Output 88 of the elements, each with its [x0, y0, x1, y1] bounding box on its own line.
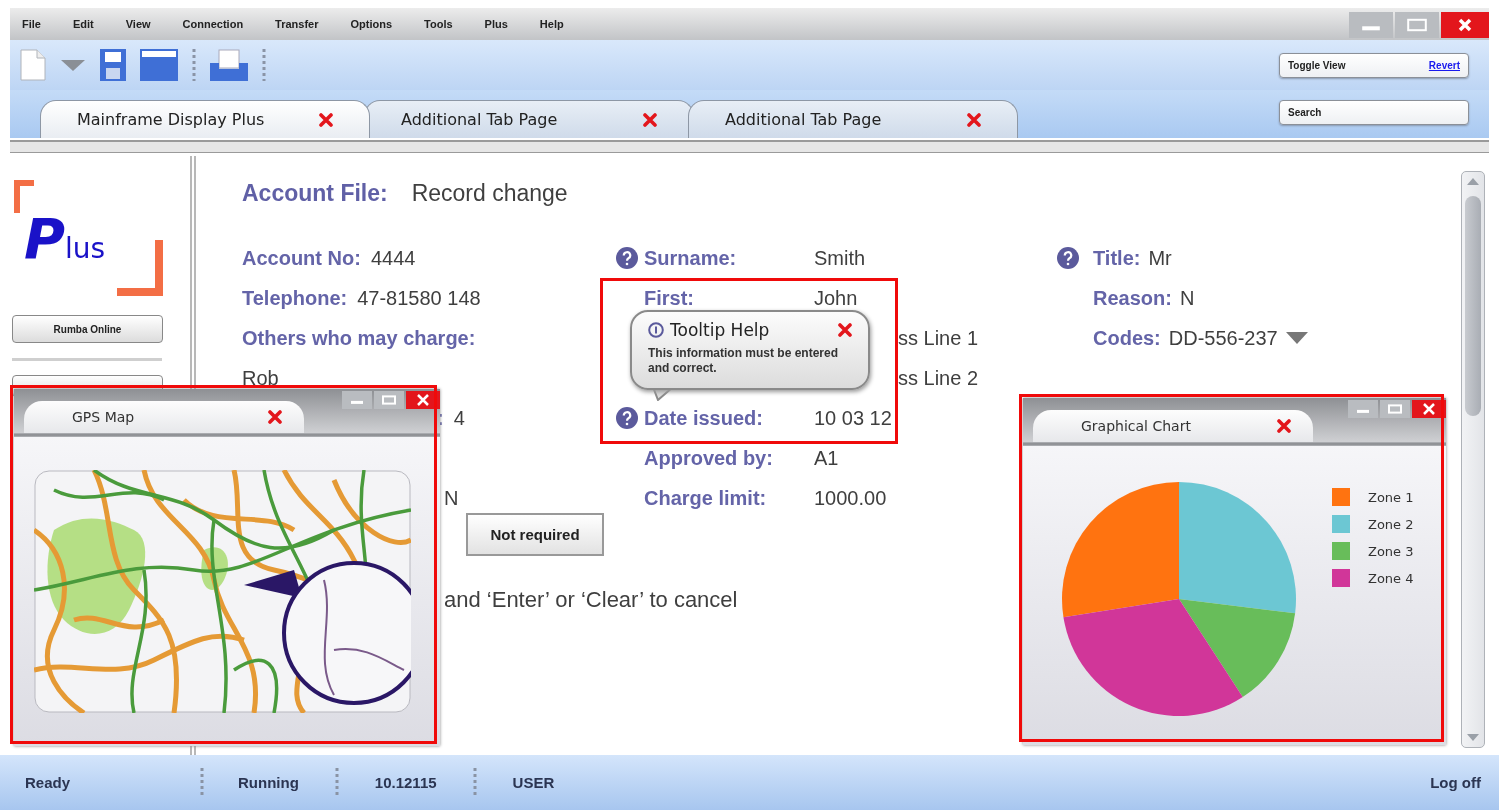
field-value: Mr	[1148, 246, 1172, 270]
window-tab[interactable]: Graphical Chart	[1033, 410, 1313, 442]
tooltip-title: Tooltip Help	[670, 320, 771, 340]
dropdown-caret-icon[interactable]	[1285, 332, 1308, 344]
field-value: Rob	[242, 366, 279, 390]
tab[interactable]: Mainframe Display Plus	[40, 100, 370, 138]
window-tab[interactable]: GPS Map	[24, 401, 304, 433]
menu-item[interactable]: Edit	[72, 18, 94, 30]
field-value: ss Line 1	[898, 326, 979, 350]
scrollbar-thumb[interactable]	[1465, 196, 1481, 416]
tab-close-icon[interactable]	[1277, 419, 1291, 433]
field-value: 10 03 12	[814, 406, 892, 430]
field-label: First:	[644, 286, 694, 310]
window-icon[interactable]	[140, 49, 178, 81]
logo-text: Plus	[24, 206, 106, 271]
field-value: 47-81580 148	[357, 286, 481, 310]
tab[interactable]: Additional Tab Page	[688, 100, 1018, 138]
dropdown-caret-icon[interactable]	[60, 58, 86, 72]
info-icon	[648, 322, 664, 338]
legend-label: Zone 2	[1368, 516, 1414, 532]
save-icon[interactable]	[100, 49, 126, 81]
field-label: Approved by:	[644, 446, 773, 470]
toggle-view-label[interactable]: Toggle View	[1288, 59, 1346, 71]
field-label: Title:	[1093, 246, 1141, 270]
legend-label: Zone 4	[1368, 570, 1414, 586]
status-separator-icon	[472, 767, 477, 798]
status-separator-icon	[200, 767, 204, 798]
field-value: ss Line 2	[898, 366, 979, 390]
status-separator-icon	[334, 767, 339, 798]
logo-frame-icon	[12, 178, 165, 298]
field-label: Others who may charge:	[242, 326, 476, 350]
map-drawing[interactable]	[34, 470, 411, 713]
status-text: 10.12115	[374, 774, 437, 791]
tooltip-text: This information must be entered and correct.	[648, 346, 840, 376]
field-value: N	[444, 486, 459, 510]
tab-close-icon[interactable]	[967, 112, 981, 127]
field-label: Reason:	[1093, 286, 1172, 310]
sidebar-button[interactable]: Rumba Online	[12, 315, 163, 343]
field-value: 4444	[370, 246, 416, 270]
close-icon[interactable]	[838, 323, 852, 337]
status-text: Running	[238, 774, 299, 791]
field-value: 4	[453, 406, 465, 430]
field-label: Date issued:	[644, 406, 763, 430]
log-off-link[interactable]: Log off	[1430, 774, 1481, 791]
status-text: USER	[512, 774, 555, 791]
help-icon[interactable]	[616, 247, 638, 269]
status-text: Ready	[25, 774, 72, 791]
field-value: 1000.00	[814, 486, 887, 510]
scrollbar[interactable]	[1461, 171, 1485, 748]
search-field[interactable]: Search	[1279, 100, 1469, 125]
field-label: Surname:	[644, 246, 737, 270]
menu-item[interactable]: File	[22, 18, 41, 30]
menu-item[interactable]: Tools	[424, 18, 453, 30]
scroll-down-icon[interactable]	[1466, 733, 1480, 743]
form-title-value: Record change	[411, 179, 568, 207]
menu-item[interactable]: Help	[539, 18, 564, 30]
menu-item[interactable]: Connection	[182, 18, 244, 30]
close-icon[interactable]	[1441, 12, 1489, 38]
not-required-button[interactable]: Not required	[466, 513, 604, 556]
menu-item[interactable]: View	[125, 18, 151, 30]
field-value: N	[1179, 286, 1195, 310]
toolbar-separator-icon	[262, 48, 266, 82]
toolbar-separator-icon	[192, 48, 196, 82]
close-icon[interactable]	[1412, 400, 1446, 418]
menu-item[interactable]: Plus	[484, 18, 508, 30]
revert-link[interactable]: Revert	[1428, 59, 1460, 71]
help-icon[interactable]	[1057, 247, 1079, 269]
scroll-up-icon[interactable]	[1466, 176, 1480, 186]
tab-close-icon[interactable]	[268, 410, 282, 424]
tab-close-icon[interactable]	[319, 112, 333, 127]
field-value: DD-556-237	[1168, 326, 1278, 350]
field-value: John	[814, 286, 858, 310]
field-label: Account No:	[242, 246, 361, 270]
tab-close-icon[interactable]	[643, 112, 657, 127]
field-label: Telephone:	[242, 286, 348, 310]
form-title-label: Account File:	[242, 179, 388, 207]
menu-item[interactable]: Options	[350, 18, 393, 30]
printer-icon[interactable]	[210, 49, 248, 81]
legend-label: Zone 1	[1368, 489, 1414, 505]
legend-label: Zone 3	[1368, 543, 1414, 559]
field-value: Smith	[814, 246, 866, 270]
field-label: Codes:	[1093, 326, 1161, 350]
field-label: Charge limit:	[644, 486, 767, 510]
field-value: A1	[814, 446, 839, 470]
toggle-view-button[interactable]: Toggle View Revert	[1279, 52, 1469, 78]
instruction-text: and ‘Enter’ or ‘Clear’ to cancel	[444, 586, 738, 614]
menu-item[interactable]: Transfer	[275, 18, 319, 30]
help-icon[interactable]	[616, 407, 638, 429]
